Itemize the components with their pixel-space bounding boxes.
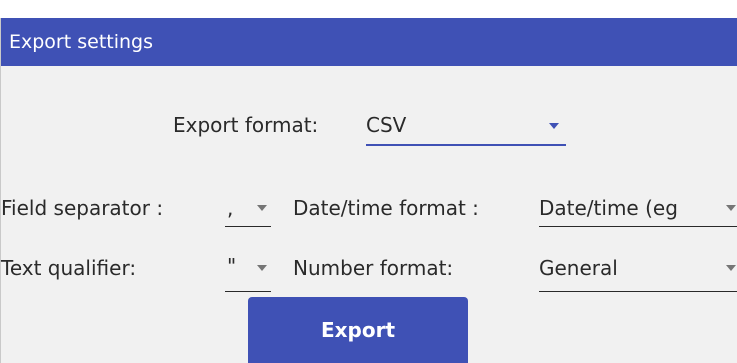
export-format-label: Export format: [173, 113, 319, 137]
number-format-value: General [539, 256, 618, 280]
field-separator-select[interactable]: , [225, 195, 271, 227]
datetime-format-select[interactable]: Date/time (eg [539, 195, 737, 227]
text-qualifier-value: " [227, 254, 237, 278]
text-qualifier-label: Text qualifier: [1, 256, 137, 280]
export-settings-dialog: Export settings Export format: CSV Field… [0, 18, 737, 363]
field-separator-label: Field separator : [1, 196, 164, 220]
text-qualifier-select[interactable]: " [225, 254, 271, 292]
number-format-select[interactable]: General [539, 255, 737, 292]
datetime-format-value: Date/time (eg [539, 196, 678, 220]
chevron-down-icon [549, 123, 559, 129]
dialog-title: Export settings [9, 31, 154, 53]
number-format-label: Number format: [293, 256, 454, 280]
chevron-down-icon [257, 265, 267, 271]
field-separator-value: , [227, 196, 234, 220]
dialog-titlebar: Export settings [1, 18, 737, 66]
datetime-format-label: Date/time format : [293, 196, 479, 220]
chevron-down-icon [726, 265, 736, 271]
export-button[interactable]: Export [248, 297, 468, 363]
export-format-value: CSV [366, 113, 407, 137]
export-format-select[interactable]: CSV [366, 112, 566, 146]
chevron-down-icon [257, 205, 267, 211]
chevron-down-icon [726, 205, 736, 211]
